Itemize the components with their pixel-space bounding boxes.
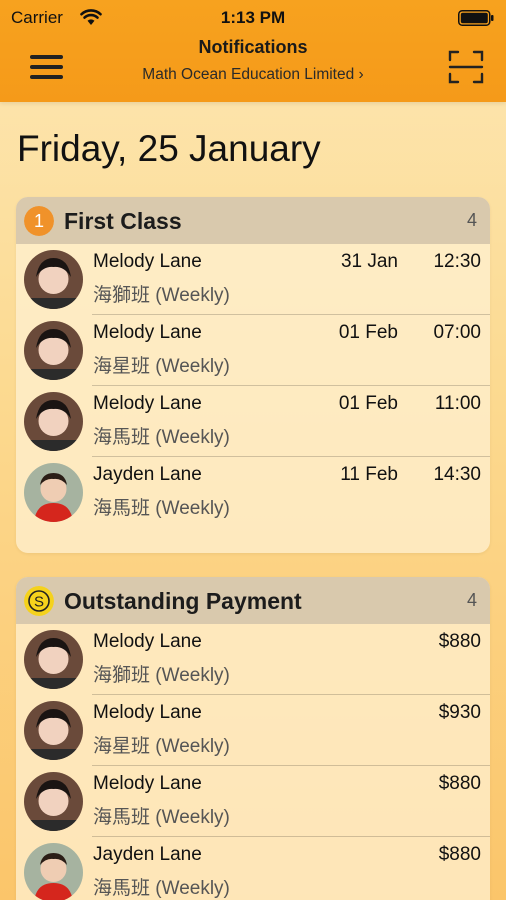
date-heading: Friday, 25 January bbox=[17, 128, 321, 169]
svg-text:1: 1 bbox=[34, 211, 44, 231]
class-time: 12:30 bbox=[433, 251, 481, 272]
status-bar: Carrier 1:13 PM bbox=[0, 0, 506, 34]
class-time: 14:30 bbox=[433, 464, 481, 485]
student-name: Melody Lane bbox=[93, 631, 202, 652]
list-item[interactable]: Melody Lane 海馬班 (Weekly) 01 Feb 11:00 bbox=[16, 386, 490, 457]
student-name: Jayden Lane bbox=[93, 464, 202, 485]
list-item[interactable]: Jayden Lane 海馬班 (Weekly) $880 bbox=[16, 837, 490, 900]
section-count: 4 bbox=[466, 210, 477, 230]
student-name: Melody Lane bbox=[93, 322, 202, 343]
class-name: 海馬班 (Weekly) bbox=[93, 807, 230, 828]
class-name: 海馬班 (Weekly) bbox=[93, 878, 230, 899]
list-item[interactable]: Melody Lane 海馬班 (Weekly) $880 bbox=[16, 766, 490, 837]
outstanding-payment-card: S Outstanding Payment 4 Melody Lane 海獅班 … bbox=[16, 577, 490, 900]
student-name: Melody Lane bbox=[93, 251, 202, 272]
avatar bbox=[24, 250, 83, 309]
list-item[interactable]: Melody Lane 海星班 (Weekly) 01 Feb 07:00 bbox=[16, 315, 490, 386]
battery-icon bbox=[458, 10, 494, 26]
list-item[interactable]: Melody Lane 海獅班 (Weekly) $880 bbox=[16, 624, 490, 695]
first-class-card: 1 First Class 4 Melody Lane 海獅班 (Weekly)… bbox=[16, 197, 490, 553]
student-name: Melody Lane bbox=[93, 702, 202, 723]
avatar bbox=[24, 843, 83, 900]
class-date: 01 Feb bbox=[338, 393, 398, 414]
section-title: First Class bbox=[64, 208, 182, 234]
class-date: 11 Feb bbox=[340, 464, 398, 485]
outstanding-payment-header[interactable]: S Outstanding Payment 4 bbox=[16, 577, 490, 624]
avatar bbox=[24, 630, 83, 689]
payment-amount: $880 bbox=[438, 844, 481, 865]
class-time: 11:00 bbox=[434, 393, 481, 414]
class-name: 海獅班 (Weekly) bbox=[93, 285, 230, 306]
avatar bbox=[24, 392, 83, 451]
class-time: 07:00 bbox=[433, 322, 481, 343]
payment-amount: $930 bbox=[438, 702, 481, 723]
avatar bbox=[24, 463, 83, 522]
class-date: 31 Jan bbox=[340, 251, 398, 272]
avatar bbox=[24, 321, 83, 380]
class-name: 海馬班 (Weekly) bbox=[93, 498, 230, 519]
class-name: 海獅班 (Weekly) bbox=[93, 665, 230, 686]
section-title: Outstanding Payment bbox=[64, 588, 302, 614]
student-name: Melody Lane bbox=[93, 393, 202, 414]
status-time: 1:13 PM bbox=[220, 8, 286, 27]
first-class-header[interactable]: 1 First Class 4 bbox=[16, 197, 490, 244]
class-name: 海馬班 (Weekly) bbox=[93, 427, 230, 448]
page-title: Notifications bbox=[198, 37, 308, 57]
organization-selector[interactable]: Math Ocean Education Limited › bbox=[0, 66, 506, 84]
top-bar: Carrier 1:13 PM Notifications Math Ocean… bbox=[0, 0, 506, 102]
dollar-coin-icon: S bbox=[24, 586, 54, 616]
payment-amount: $880 bbox=[438, 631, 481, 652]
payment-amount: $880 bbox=[438, 773, 481, 794]
class-name: 海星班 (Weekly) bbox=[93, 736, 230, 757]
qr-scan-icon[interactable] bbox=[448, 50, 484, 84]
class-date: 01 Feb bbox=[338, 322, 398, 343]
svg-text:S: S bbox=[34, 594, 44, 611]
avatar bbox=[24, 772, 83, 831]
avatar bbox=[24, 701, 83, 760]
class-name: 海星班 (Weekly) bbox=[93, 356, 230, 377]
section-count: 4 bbox=[466, 590, 477, 610]
student-name: Jayden Lane bbox=[93, 844, 202, 865]
list-item[interactable]: Melody Lane 海獅班 (Weekly) 31 Jan 12:30 bbox=[16, 244, 490, 315]
student-name: Melody Lane bbox=[93, 773, 202, 794]
list-item[interactable]: Jayden Lane 海馬班 (Weekly) 11 Feb 14:30 bbox=[16, 457, 490, 528]
list-item[interactable]: Melody Lane 海星班 (Weekly) $930 bbox=[16, 695, 490, 766]
number-one-icon: 1 bbox=[24, 206, 54, 236]
